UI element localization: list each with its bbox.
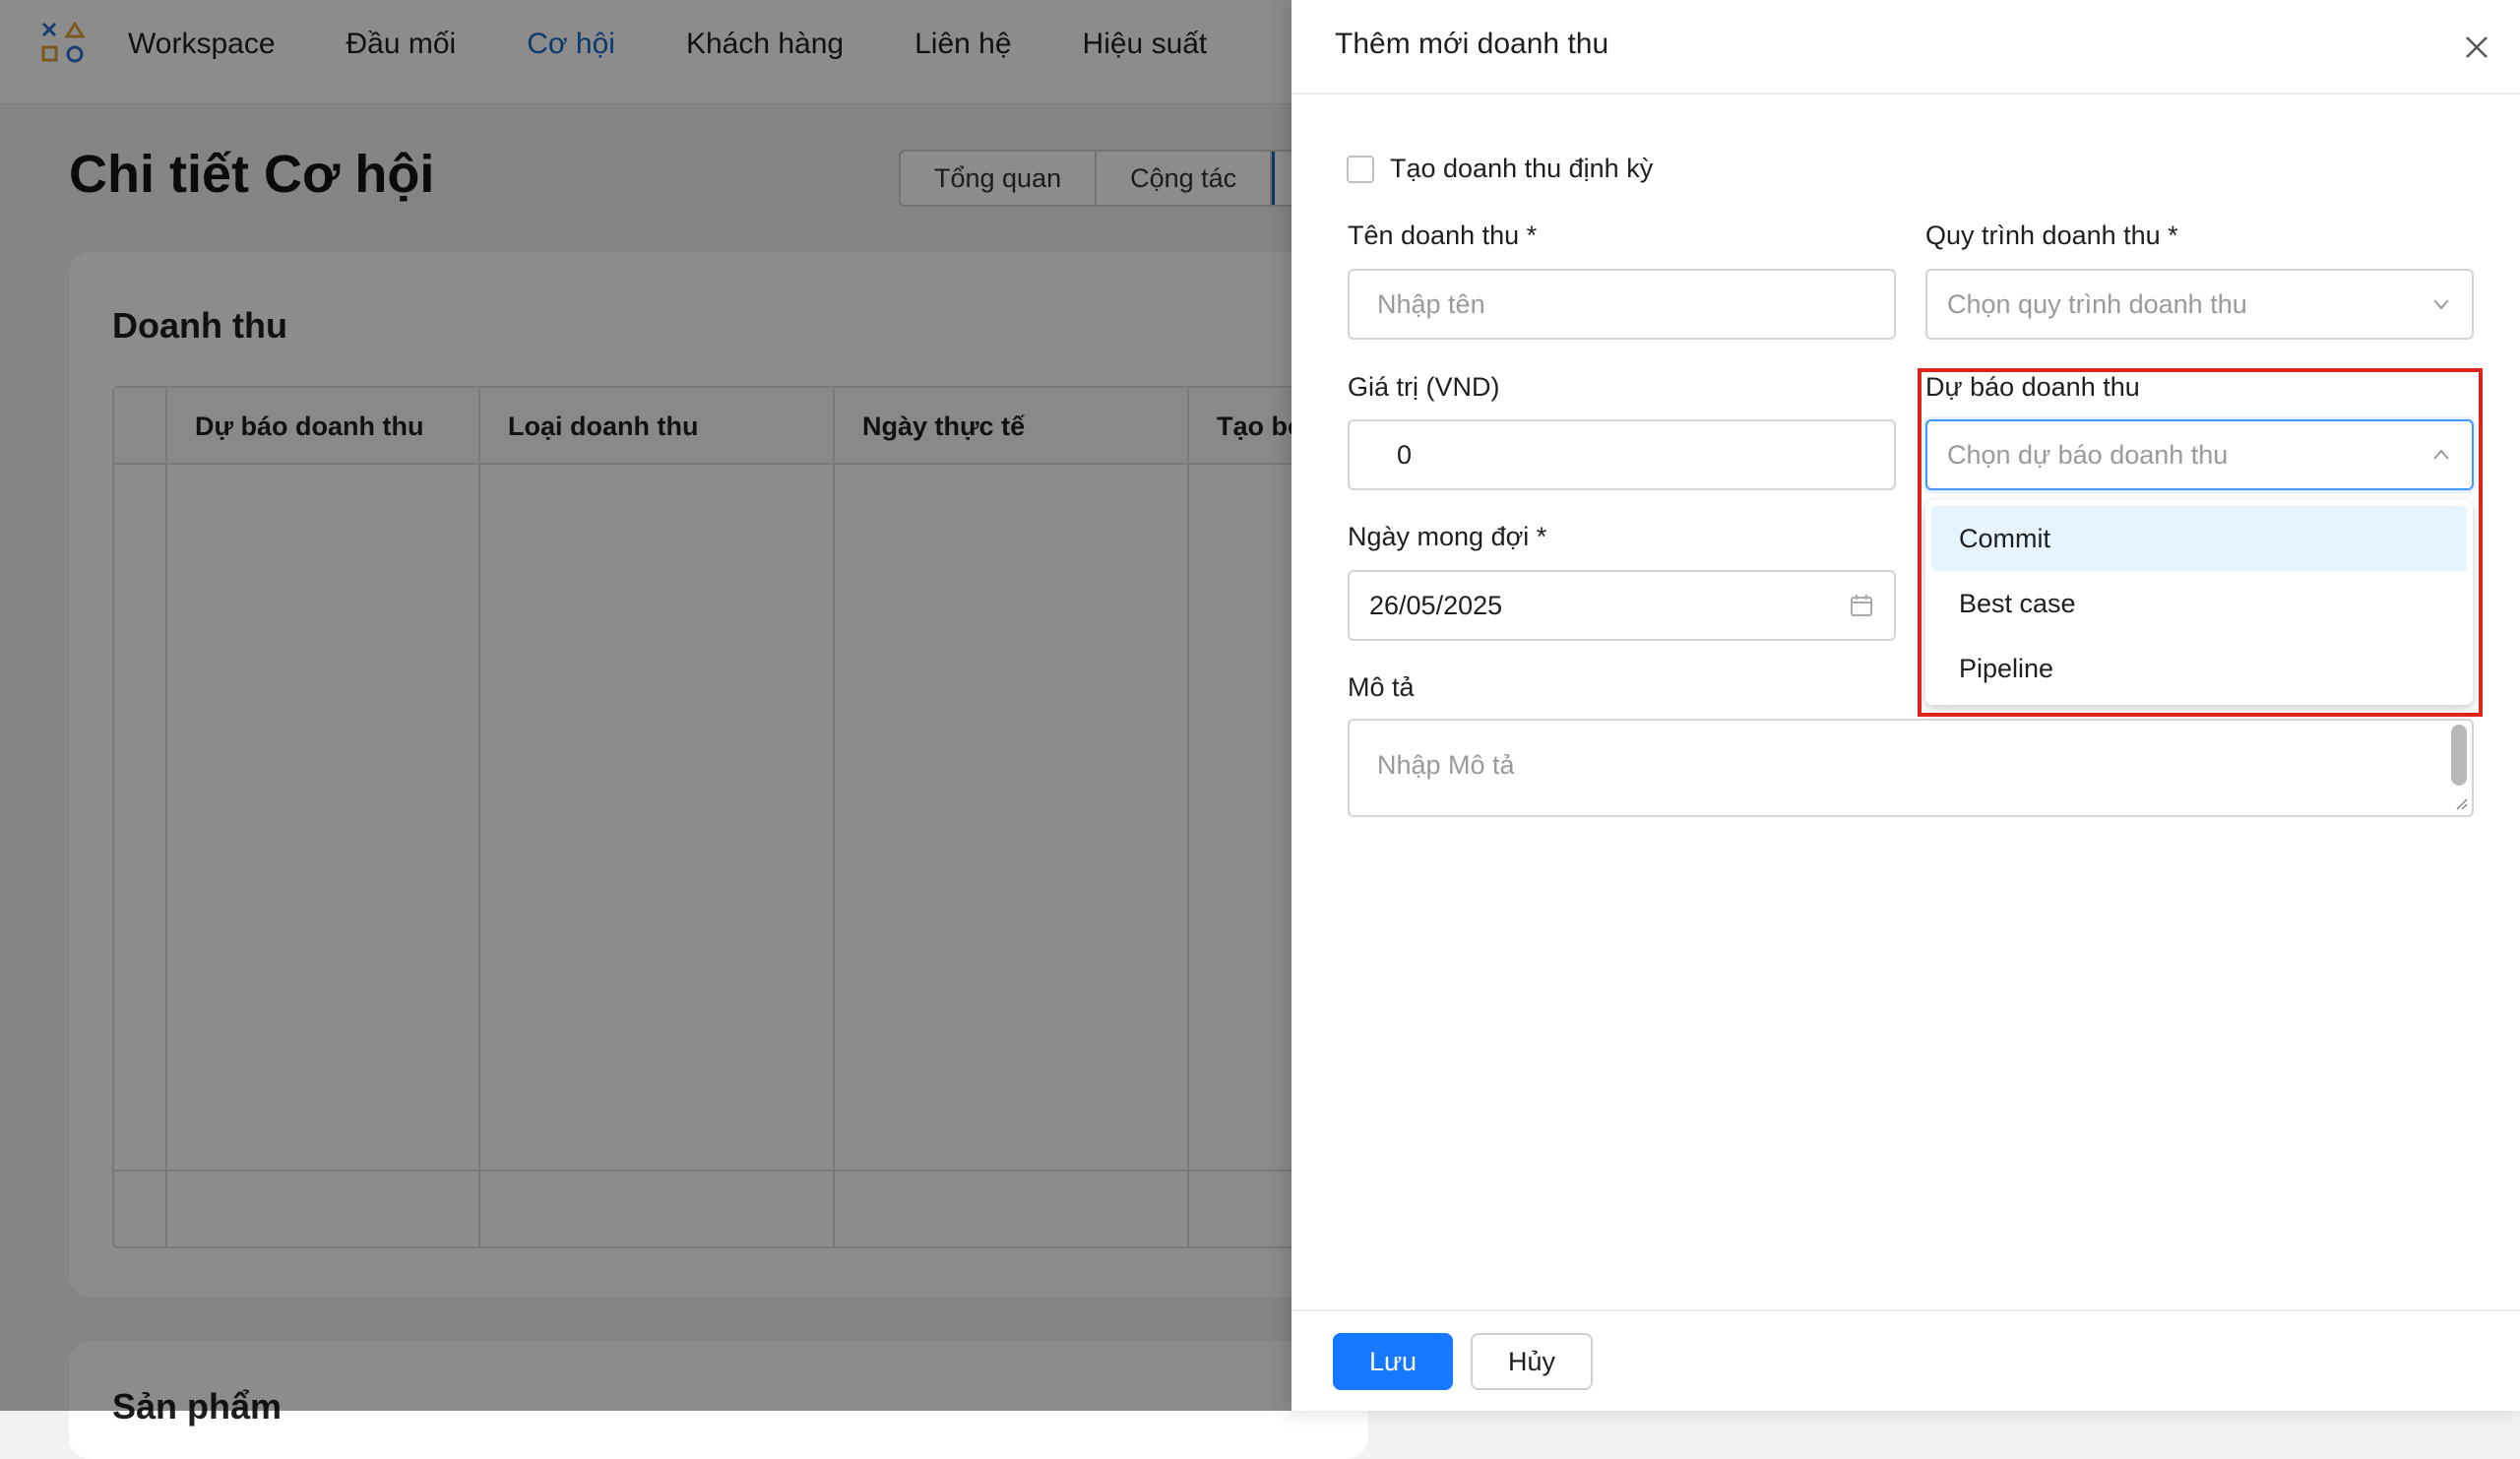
forecast-label: Dự báo doanh thu — [1925, 372, 2140, 402]
expected-date-label: Ngày mong đợi * — [1348, 522, 1547, 551]
description-textarea[interactable] — [1348, 719, 2474, 817]
expected-date-picker[interactable]: 26/05/2025 — [1348, 570, 1896, 641]
revenue-name-input[interactable] — [1348, 269, 1896, 340]
recurring-label: Tạo doanh thu định kỳ — [1390, 154, 1654, 183]
expected-date-value: 26/05/2025 — [1369, 590, 1503, 620]
value-label: Giá trị (VND) — [1348, 372, 1500, 402]
modal-backdrop[interactable] — [0, 0, 1292, 1411]
forecast-placeholder: Chọn dự báo doanh thu — [1947, 439, 2229, 470]
value-input[interactable]: 0 — [1348, 419, 1896, 490]
recurring-row: Tạo doanh thu định kỳ — [1347, 154, 1653, 184]
cancel-button[interactable]: Hủy — [1471, 1333, 1593, 1390]
drawer-header: Thêm mới doanh thu — [1292, 0, 2520, 95]
revenue-name-label: Tên doanh thu * — [1348, 221, 1538, 250]
resize-handle-icon[interactable] — [2455, 797, 2469, 811]
drawer-title: Thêm mới doanh thu — [1335, 28, 1609, 60]
chevron-up-icon — [2433, 449, 2449, 460]
textarea-scrollbar[interactable] — [2451, 725, 2467, 786]
description-label: Mô tả — [1348, 672, 1415, 702]
chevron-down-icon — [2433, 299, 2449, 310]
forecast-select[interactable]: Chọn dự báo doanh thu — [1925, 419, 2474, 490]
forecast-option-best-case[interactable]: Best case — [1931, 571, 2467, 636]
save-button[interactable]: Lưu — [1333, 1333, 1453, 1390]
forecast-option-commit[interactable]: Commit — [1931, 506, 2467, 571]
revenue-process-select[interactable]: Chọn quy trình doanh thu — [1925, 269, 2474, 340]
forecast-dropdown: Commit Best case Pipeline — [1925, 500, 2473, 705]
close-icon[interactable] — [2459, 30, 2494, 65]
calendar-icon — [1851, 595, 1872, 616]
revenue-process-placeholder: Chọn quy trình doanh thu — [1947, 288, 2247, 319]
revenue-process-label: Quy trình doanh thu * — [1925, 221, 2178, 250]
add-revenue-drawer: Thêm mới doanh thu Tạo doanh thu định kỳ — [1292, 0, 2520, 1411]
recurring-checkbox[interactable] — [1347, 155, 1374, 183]
forecast-option-pipeline[interactable]: Pipeline — [1931, 636, 2467, 701]
